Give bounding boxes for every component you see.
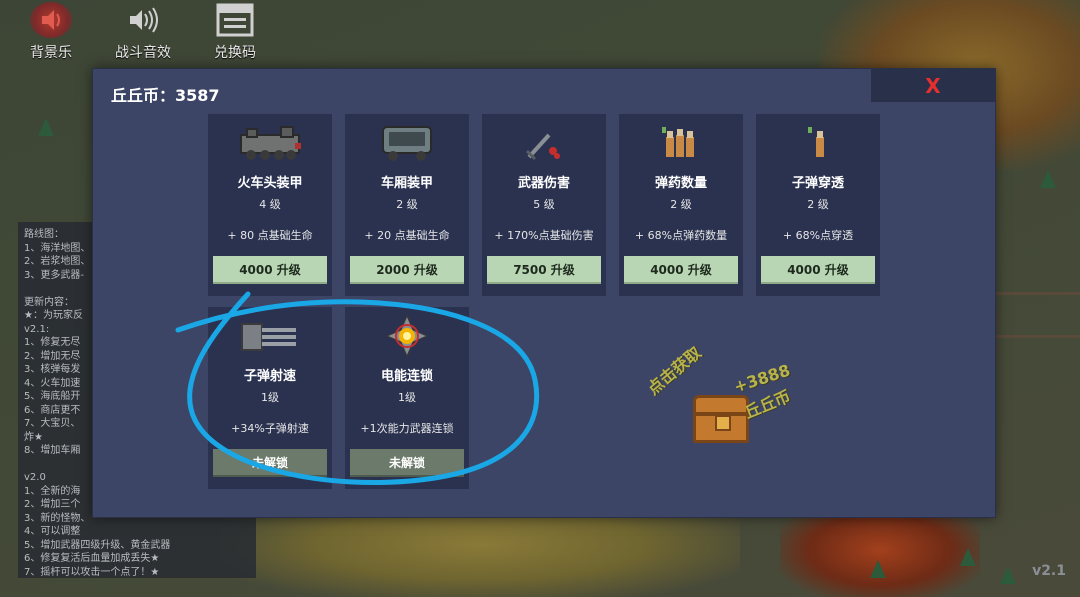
locomotive-icon <box>208 120 332 166</box>
sword-icon <box>482 120 606 166</box>
tree-sprite <box>870 560 886 578</box>
sound-effect-label: 战斗音效 <box>115 45 171 61</box>
changelog-line: 7、摇杆可以攻击一个点了！★ <box>24 566 160 578</box>
upgrade-button[interactable]: 2000 升级 <box>350 256 464 284</box>
upgrade-shop-modal: 丘丘币：3587 X 火车头装甲 4 级 + 80 点基础生命 4000 升级 <box>92 68 996 518</box>
speaker-icon <box>30 2 72 38</box>
card-description: +1次能力武器连锁 <box>360 422 454 435</box>
upgrade-button[interactable]: 7500 升级 <box>487 256 601 284</box>
free-coin-chest[interactable]: 点击获取 +3888 丘丘币 <box>644 343 801 477</box>
upgrade-button[interactable]: 4000 升级 <box>761 256 875 284</box>
card-description: + 20 点基础生命 <box>364 229 450 242</box>
tree-sprite <box>1000 566 1016 584</box>
card-level: 4 级 <box>259 198 281 211</box>
changelog-line: 5、增加武器四级升级、黄金武器 <box>24 539 171 551</box>
card-title: 子弹穿透 <box>791 176 844 191</box>
railway-track <box>990 292 1080 338</box>
sound-effect-toggle-button[interactable]: 战斗音效 <box>104 2 182 66</box>
locked-button[interactable]: 未解锁 <box>350 449 464 477</box>
card-level: 5 级 <box>533 198 555 211</box>
close-button[interactable]: X <box>871 69 995 102</box>
version-label: v2.1 <box>1032 563 1066 579</box>
locked-button[interactable]: 未解锁 <box>213 449 327 477</box>
changelog-line: 6、修复复活后血量加成丢失★ <box>24 553 160 564</box>
sound-wave-icon <box>122 2 164 38</box>
gatling-icon <box>208 313 332 359</box>
card-title: 火车头装甲 <box>237 176 303 191</box>
upgrade-card-locomotive-armor: 火车头装甲 4 级 + 80 点基础生命 4000 升级 <box>208 114 332 296</box>
upgrade-card-weapon-damage: 武器伤害 5 级 + 170%点基础伤害 7500 升级 <box>482 114 606 296</box>
card-level: 2 级 <box>396 198 418 211</box>
tree-sprite <box>960 548 976 566</box>
bullet-icon <box>756 120 880 166</box>
card-description: + 80 点基础生命 <box>227 229 313 242</box>
upgrade-button[interactable]: 4000 升级 <box>213 256 327 284</box>
tree-sprite <box>1040 170 1056 188</box>
changelog-line: 4、可以调整 <box>24 526 81 537</box>
music-toggle-button[interactable]: 背景乐 <box>12 2 90 66</box>
upgrade-button[interactable]: 4000 升级 <box>624 256 738 284</box>
card-title: 车厢装甲 <box>380 176 433 191</box>
card-title: 武器伤害 <box>517 176 570 191</box>
card-level: 1级 <box>398 391 416 404</box>
card-description: + 68%点穿透 <box>782 229 854 242</box>
redeem-code-button[interactable]: 兑换码 <box>196 2 274 66</box>
music-label: 背景乐 <box>30 45 72 61</box>
upgrade-card-fire-rate: 子弹射速 1级 +34%子弹射速 未解锁 <box>208 307 332 489</box>
chest-lock-icon <box>715 415 731 431</box>
card-level: 1级 <box>261 391 279 404</box>
calendar-icon <box>214 2 256 38</box>
close-icon: X <box>925 73 941 98</box>
ammo-icon <box>619 120 743 166</box>
upgrade-card-carriage-armor: 车厢装甲 2 级 + 20 点基础生命 2000 升级 <box>345 114 469 296</box>
card-description: + 170%点基础伤害 <box>494 229 594 242</box>
upgrade-card-electric-chain: 电能连锁 1级 +1次能力武器连锁 未解锁 <box>345 307 469 489</box>
carriage-icon <box>345 120 469 166</box>
card-title: 弹药数量 <box>654 176 707 191</box>
redeem-code-label: 兑换码 <box>214 45 256 61</box>
upgrade-card-ammo-count: 弹药数量 2 级 + 68%点弹药数量 4000 升级 <box>619 114 743 296</box>
card-description: +34%子弹射速 <box>231 422 309 435</box>
card-description: + 68%点弹药数量 <box>634 229 728 242</box>
card-title: 子弹射速 <box>243 369 296 384</box>
electric-orb-icon <box>345 313 469 359</box>
card-level: 2 级 <box>807 198 829 211</box>
card-title: 电能连锁 <box>380 369 433 384</box>
coin-balance: 丘丘币：3587 <box>111 86 220 105</box>
chest-claim-text: 点击获取 <box>643 342 705 399</box>
upgrade-card-bullet-penetration: 子弹穿透 2 级 + 68%点穿透 4000 升级 <box>756 114 880 296</box>
tree-sprite <box>38 118 54 136</box>
top-toolbar: 背景乐 战斗音效 兑换码 <box>12 2 274 66</box>
card-level: 2 级 <box>670 198 692 211</box>
